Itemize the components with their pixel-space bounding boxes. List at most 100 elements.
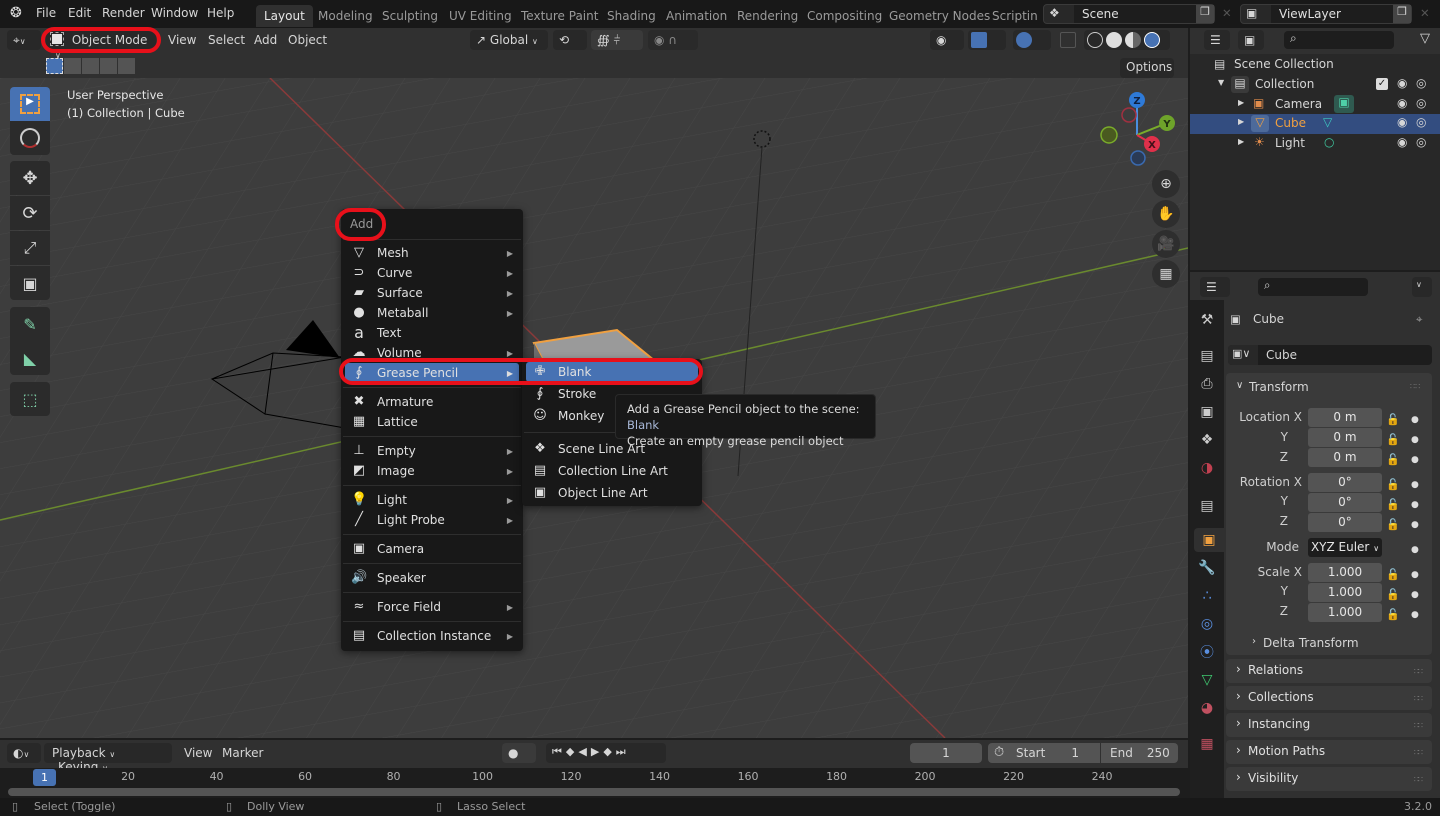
- lock-icon[interactable]: 🔓: [1386, 430, 1400, 450]
- navigation-gizmo[interactable]: Z Y X: [1095, 90, 1175, 170]
- menu-item-light[interactable]: 💡 Light ▶: [345, 490, 519, 510]
- solid-shading-icon[interactable]: [1106, 32, 1122, 48]
- location-y-field[interactable]: 0 m: [1308, 428, 1382, 447]
- tab-geometry-nodes[interactable]: Geometry Nodes: [881, 5, 998, 27]
- scale-y-field[interactable]: 1.000: [1308, 583, 1382, 602]
- playhead-frame[interactable]: 1: [33, 769, 56, 786]
- timeline-menu-view[interactable]: View: [184, 746, 212, 760]
- outliner-cube[interactable]: ▶ ▽ Cube ▽ ◉ ◎: [1190, 114, 1440, 134]
- menu-item-camera[interactable]: ▣ Camera: [345, 539, 519, 559]
- tab-rendering[interactable]: Rendering: [729, 5, 806, 27]
- prev-keyframe-icon[interactable]: ◆: [566, 745, 578, 758]
- new-view-layer-icon[interactable]: ❐: [1393, 5, 1411, 23]
- end-frame-field[interactable]: End 250: [1110, 746, 1170, 760]
- lock-icon[interactable]: 🔓: [1386, 495, 1400, 515]
- delete-scene-icon[interactable]: ✕: [1222, 6, 1232, 20]
- tab-sculpting[interactable]: Sculpting: [374, 5, 446, 27]
- menu-item-light-probe[interactable]: ╱ Light Probe ▶: [345, 510, 519, 530]
- drag-handle-icon[interactable]: ∷∷: [1410, 382, 1420, 391]
- texture-tab[interactable]: ▦: [1194, 732, 1220, 756]
- location-x-field[interactable]: 0 m: [1308, 408, 1382, 427]
- xray-toggle-icon[interactable]: [1060, 32, 1076, 48]
- render-camera-icon[interactable]: ◎: [1416, 115, 1426, 129]
- menu-edit[interactable]: Edit: [68, 6, 91, 20]
- lock-icon[interactable]: 🔓: [1386, 605, 1400, 625]
- move-tool[interactable]: ✥: [10, 161, 50, 195]
- particles-tab[interactable]: ∴: [1194, 584, 1220, 608]
- select-invert-icon[interactable]: [100, 58, 117, 74]
- lock-icon[interactable]: 🔓: [1386, 475, 1400, 495]
- render-tab[interactable]: ▤: [1194, 344, 1220, 368]
- lock-icon[interactable]: 🔓: [1386, 585, 1400, 605]
- keyframe-dot-icon[interactable]: ●: [1411, 430, 1419, 450]
- menu-item-force-field[interactable]: ≈ Force Field ▶: [345, 597, 519, 617]
- keyframe-dot-icon[interactable]: ●: [1411, 605, 1419, 625]
- keyframe-dot-icon[interactable]: ●: [1411, 495, 1419, 515]
- properties-search[interactable]: ⌕: [1258, 278, 1368, 296]
- light-data-icon[interactable]: ○: [1324, 135, 1334, 149]
- jump-end-icon[interactable]: ⏭: [616, 745, 630, 758]
- gizmo-dropdown[interactable]: [968, 30, 1006, 50]
- drag-handle-icon[interactable]: ∷∷: [1414, 721, 1423, 730]
- playback-dropdown[interactable]: Playback ∨: [52, 746, 115, 760]
- rendered-shading-icon[interactable]: [1144, 32, 1160, 48]
- drag-handle-icon[interactable]: ∷∷: [1414, 748, 1423, 757]
- editor-type-button[interactable]: ⌖∨: [7, 30, 41, 50]
- transform-tool[interactable]: ▣: [10, 266, 50, 300]
- expand-arrow-icon[interactable]: ▶: [1238, 98, 1244, 107]
- collection-tab[interactable]: ▤: [1194, 494, 1220, 518]
- delete-view-layer-icon[interactable]: ✕: [1420, 6, 1430, 20]
- timeline-scrollbar[interactable]: [8, 788, 1180, 796]
- proportional-edit-toggle[interactable]: ◉ ∩: [648, 30, 698, 50]
- rotation-y-field[interactable]: 0°: [1308, 493, 1382, 512]
- next-keyframe-icon[interactable]: ◆: [603, 745, 615, 758]
- render-camera-icon[interactable]: ◎: [1416, 76, 1426, 90]
- menu-item-speaker[interactable]: 🔊 Speaker: [345, 568, 519, 588]
- zoom-view-button[interactable]: ⊕: [1152, 170, 1180, 198]
- select-new-icon[interactable]: [46, 58, 63, 74]
- render-camera-icon[interactable]: ◎: [1416, 135, 1426, 149]
- object-tab[interactable]: ▣: [1194, 528, 1224, 552]
- keyframe-dot-icon[interactable]: ●: [1411, 540, 1419, 560]
- menu-item-armature[interactable]: ✖ Armature: [345, 392, 519, 412]
- submenu-item-collection-line-art[interactable]: ▤ Collection Line Art: [526, 461, 700, 481]
- motion-paths-panel[interactable]: › Motion Paths ∷∷: [1226, 740, 1432, 764]
- outliner-light[interactable]: ▶ ☀ Light ○ ◉ ◎: [1190, 134, 1440, 154]
- outliner-scene-collection[interactable]: ▤ Scene Collection: [1190, 55, 1440, 75]
- material-tab[interactable]: ◕: [1194, 696, 1220, 720]
- rotation-x-field[interactable]: 0°: [1308, 473, 1382, 492]
- perspective-toggle-button[interactable]: ▦: [1152, 260, 1180, 288]
- expand-arrow-icon[interactable]: ▶: [1238, 137, 1244, 146]
- eye-icon[interactable]: ◉: [1397, 135, 1407, 149]
- menu-select[interactable]: Select: [208, 33, 245, 47]
- tool-tab[interactable]: ⚒: [1194, 308, 1220, 332]
- chevron-right-icon[interactable]: ›: [1252, 636, 1256, 647]
- select-extend-icon[interactable]: [64, 58, 81, 74]
- view-layer-selector[interactable]: ▣ ViewLayer ❐: [1240, 4, 1412, 24]
- menu-view[interactable]: View: [168, 33, 196, 47]
- visibility-dropdown[interactable]: ◉: [930, 30, 964, 50]
- select-intersect-icon[interactable]: [118, 58, 135, 74]
- chevron-down-icon[interactable]: ∨: [1236, 380, 1243, 391]
- menu-item-lattice[interactable]: ▦ Lattice: [345, 412, 519, 432]
- view-layer-tab[interactable]: ▣: [1194, 400, 1220, 424]
- select-box-tool[interactable]: ▶: [10, 87, 50, 121]
- tab-shading[interactable]: Shading: [599, 5, 664, 27]
- measure-tool[interactable]: ◣: [10, 341, 50, 375]
- physics-tab[interactable]: ◎: [1194, 612, 1220, 636]
- keyframe-dot-icon[interactable]: ●: [1411, 475, 1419, 495]
- expand-arrow-icon[interactable]: ▼: [1218, 78, 1224, 87]
- scene-name[interactable]: Scene: [1082, 7, 1119, 21]
- data-tab[interactable]: ▽: [1194, 668, 1220, 692]
- tab-animation[interactable]: Animation: [658, 5, 735, 27]
- menu-item-metaball[interactable]: ● Metaball ▶: [345, 303, 519, 323]
- menu-item-mesh[interactable]: ▽ Mesh ▶: [345, 243, 519, 263]
- blender-logo-icon[interactable]: ❂: [10, 5, 22, 21]
- options-dropdown[interactable]: Options ∨: [1120, 58, 1174, 87]
- menu-item-surface[interactable]: ▰ Surface ▶: [345, 283, 519, 303]
- pivot-dropdown[interactable]: ⟲: [553, 30, 587, 50]
- outliner-editor-type[interactable]: ☰: [1204, 30, 1230, 50]
- collections-panel[interactable]: › Collections ∷∷: [1226, 686, 1432, 710]
- outliner-collection[interactable]: ▼ ▤ Collection ✓ ◉ ◎: [1190, 75, 1440, 95]
- drag-handle-icon[interactable]: ∷∷: [1414, 694, 1423, 703]
